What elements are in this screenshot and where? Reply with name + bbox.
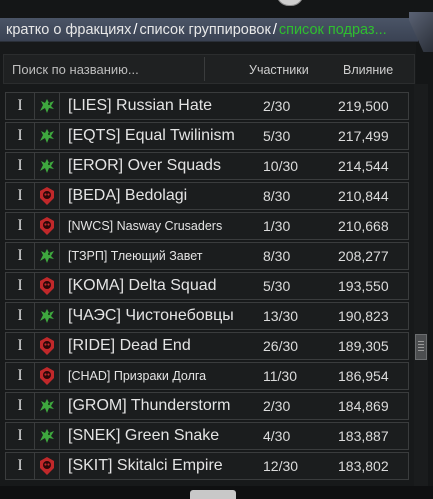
subdivision-name: [GROM] Thunderstorm [68,397,231,414]
red-skull-icon [34,213,60,239]
influence-value: 183,802 [338,458,389,474]
table-row[interactable]: I [ЧАЭС] Чистонебовцы 13/30 190,823 [5,302,409,330]
breadcrumb-separator: / [272,21,277,38]
subdivision-name: [ТЗРП] Тлеющий Завет [68,249,203,263]
red-skull-icon [34,183,60,209]
influence-value: 193,550 [338,278,389,294]
breadcrumb: кратко о фракциях / список группировок /… [0,18,418,42]
red-skull-icon [34,363,60,389]
members-count: 8/30 [263,248,291,264]
breadcrumb-item-groups-list[interactable]: список группировок [139,22,270,38]
red-skull-icon [34,453,60,479]
subdivision-name: [RIDE] Dead End [68,337,191,354]
influence-value: 217,499 [338,128,389,144]
influence-value: 190,823 [338,308,389,324]
table-row[interactable]: I [EQTS] Equal Twilinism 5/30 217,499 [5,122,409,150]
rank-label: I [17,337,23,354]
members-count: 1/30 [263,218,291,234]
bottom-handle-icon [190,490,236,499]
green-dragon-icon [34,153,60,179]
subdivision-name: [LIES] Russian Hate [68,97,213,114]
green-dragon-icon [34,243,60,269]
members-count: 10/30 [263,158,299,174]
green-dragon-icon [34,393,60,419]
top-handle-icon [276,0,304,6]
column-header-members[interactable]: Участники [249,63,309,77]
table-row[interactable]: I [SKIT] Skitalci Empire 12/30 183,802 [5,452,409,480]
subdivisions-list: I [LIES] Russian Hate 2/30 219,500 I [EQTS] E… [5,90,409,486]
subdivision-name: [SKIT] Skitalci Empire [68,457,223,474]
members-count: 2/30 [263,398,291,414]
members-count: 12/30 [263,458,299,474]
rank-label: I [17,397,23,414]
rank-label: I [17,277,23,294]
subdivision-name: [SNEK] Green Snake [68,427,220,444]
rank-label: I [17,127,23,144]
red-skull-icon [34,333,60,359]
influence-value: 214,544 [338,158,389,174]
scrollbar[interactable] [414,84,428,486]
table-row[interactable]: I [CHAD] Призраки Долга 11/30 186,954 [5,362,409,390]
table-row[interactable]: I [EROR] Over Squads 10/30 214,544 [5,152,409,180]
rank-label: I [17,457,23,474]
rank-label: I [17,307,23,324]
table-row[interactable]: I [KOMA] Delta Squad 5/30 193,550 [5,272,409,300]
red-skull-icon [34,273,60,299]
influence-value: 189,305 [338,338,389,354]
subdivision-name: [NWCS] Nasway Crusaders [68,219,223,233]
table-row[interactable]: I [BEDA] Bedolagi 8/30 210,844 [5,182,409,210]
table-row[interactable]: I [SNEK] Green Snake 4/30 183,887 [5,422,409,450]
table-row[interactable]: I [NWCS] Nasway Crusaders 1/30 210,668 [5,212,409,240]
green-dragon-icon [34,93,60,119]
subdivision-name: [KOMA] Delta Squad [68,277,217,294]
table-row[interactable]: I [ТЗРП] Тлеющий Завет 8/30 208,277 [5,242,409,270]
members-count: 5/30 [263,128,291,144]
rank-label: I [17,157,23,174]
subdivision-name: [EROR] Over Squads [68,157,221,174]
rank-label: I [17,247,23,264]
rank-label: I [17,187,23,204]
table-row[interactable]: I [LIES] Russian Hate 2/30 219,500 [5,92,409,120]
scrollbar-thumb[interactable] [415,334,427,360]
subdivision-name: [BEDA] Bedolagi [68,187,188,204]
search-input[interactable] [8,57,205,81]
rank-label: I [17,217,23,234]
green-dragon-icon [34,303,60,329]
breadcrumb-item-factions-summary[interactable]: кратко о фракциях [6,22,131,38]
rank-label: I [17,427,23,444]
bottom-bar [0,486,433,499]
list-header: Участники Влияние [3,54,415,84]
members-count: 5/30 [263,278,291,294]
subdivision-name: [ЧАЭС] Чистонебовцы [68,307,234,324]
members-count: 8/30 [263,188,291,204]
influence-value: 186,954 [338,368,389,384]
members-count: 11/30 [263,368,297,384]
breadcrumb-item-subdivisions-list[interactable]: список подраз... [279,22,387,38]
members-count: 13/30 [263,308,299,324]
influence-value: 219,500 [338,98,389,114]
members-count: 26/30 [263,338,299,354]
influence-value: 184,869 [338,398,389,414]
subdivision-name: [CHAD] Призраки Долга [68,369,207,383]
influence-value: 183,887 [338,428,389,444]
rank-label: I [17,97,23,114]
members-count: 4/30 [263,428,291,444]
breadcrumb-separator: / [133,21,138,38]
green-dragon-icon [34,123,60,149]
table-row[interactable]: I [GROM] Thunderstorm 2/30 184,869 [5,392,409,420]
rank-label: I [17,367,23,384]
influence-value: 210,844 [338,188,389,204]
influence-value: 210,668 [338,218,389,234]
influence-value: 208,277 [338,248,389,264]
green-dragon-icon [34,423,60,449]
table-row[interactable]: I [RIDE] Dead End 26/30 189,305 [5,332,409,360]
column-header-influence[interactable]: Влияние [343,63,393,77]
subdivision-name: [EQTS] Equal Twilinism [68,127,235,144]
members-count: 2/30 [263,98,291,114]
